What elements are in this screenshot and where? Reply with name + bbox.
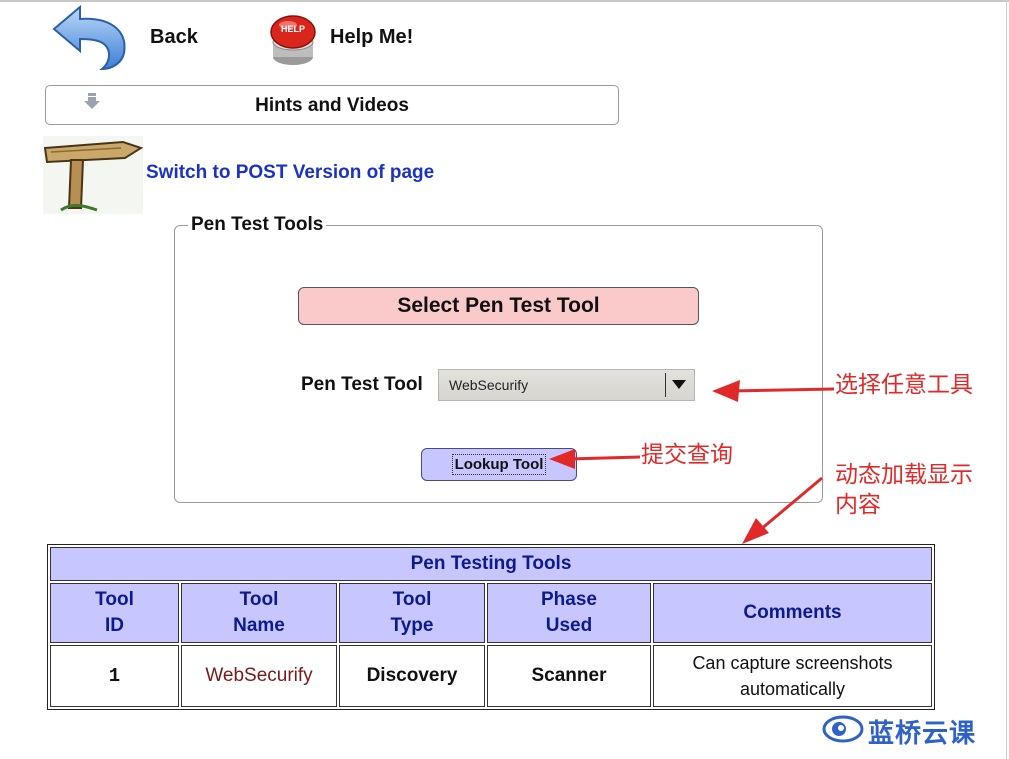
- hints-label: Hints and Videos: [255, 95, 409, 116]
- fieldset-legend: Pen Test Tools: [188, 214, 327, 236]
- help-badge-text: HELP: [281, 24, 305, 34]
- table-caption: Pen Testing Tools: [50, 547, 932, 581]
- annotation-dynamic-load-line2: 内容: [835, 492, 881, 518]
- lookup-tool-button[interactable]: Lookup Tool: [421, 448, 577, 481]
- signpost-icon: [43, 136, 143, 214]
- help-button-icon[interactable]: HELP: [266, 12, 320, 68]
- right-border: [1006, 0, 1007, 759]
- pen-test-tool-label: Pen Test Tool: [301, 374, 423, 395]
- lanqiao-logo-icon: [822, 715, 864, 743]
- column-header-tool-name: Tool Name: [181, 583, 337, 643]
- annotation-dynamic-load: 动态加载显示 内容: [835, 460, 1005, 520]
- header-line: Tool: [95, 589, 134, 610]
- header-line: Comments: [743, 602, 842, 623]
- comment-line: automatically: [739, 679, 846, 699]
- comment-line: Can capture screenshots: [692, 653, 893, 673]
- help-link[interactable]: Help Me!: [330, 26, 413, 49]
- annotation-submit-query: 提交查询: [641, 442, 733, 468]
- header-line: Type: [390, 615, 434, 636]
- cell-tool-type: Discovery: [339, 645, 485, 707]
- column-header-comments: Comments: [653, 583, 932, 643]
- annotation-select-any-tool: 选择任意工具: [835, 372, 973, 398]
- hints-and-videos-toggle[interactable]: Hints and Videos: [45, 85, 619, 125]
- cell-comments: Can capture screenshots automatically: [653, 645, 932, 707]
- switch-to-post-link[interactable]: Switch to POST Version of page: [146, 162, 434, 184]
- form-title: Select Pen Test Tool: [298, 287, 699, 325]
- pen-test-tool-select-value: WebSecurify: [449, 377, 529, 393]
- header-line: Used: [545, 615, 593, 636]
- back-link[interactable]: Back: [150, 26, 198, 49]
- pen-test-tool-select[interactable]: WebSecurify: [438, 369, 695, 401]
- annotation-dynamic-load-line1: 动态加载显示: [835, 462, 973, 488]
- pen-testing-tools-table: Pen Testing Tools Tool ID Tool Name Tool Ty…: [47, 544, 935, 710]
- cell-tool-id: 1: [50, 645, 179, 707]
- lookup-tool-button-label: Lookup Tool: [451, 454, 547, 475]
- header-line: Phase: [541, 589, 597, 610]
- header-line: Tool: [239, 589, 279, 610]
- watermark-text: 蓝桥云课: [868, 719, 977, 749]
- column-header-tool-type: Tool Type: [339, 583, 485, 643]
- cell-tool-name: WebSecurify: [181, 645, 337, 707]
- chevron-down-icon: [672, 380, 686, 389]
- top-border: [0, 0, 1009, 2]
- back-arrow-icon[interactable]: [50, 3, 130, 71]
- select-divider: [665, 373, 666, 397]
- column-header-phase-used: Phase Used: [487, 583, 651, 643]
- header-line: Tool: [392, 589, 432, 610]
- table-header-row: Tool ID Tool Name Tool Type Phase Used Comme…: [50, 583, 932, 643]
- table-row: 1 WebSecurify Discovery Scanner Can capt…: [50, 645, 932, 707]
- header-line: ID: [105, 615, 124, 636]
- cell-phase-used: Scanner: [487, 645, 651, 707]
- column-header-tool-id: Tool ID: [50, 583, 179, 643]
- header-line: Name: [233, 615, 285, 636]
